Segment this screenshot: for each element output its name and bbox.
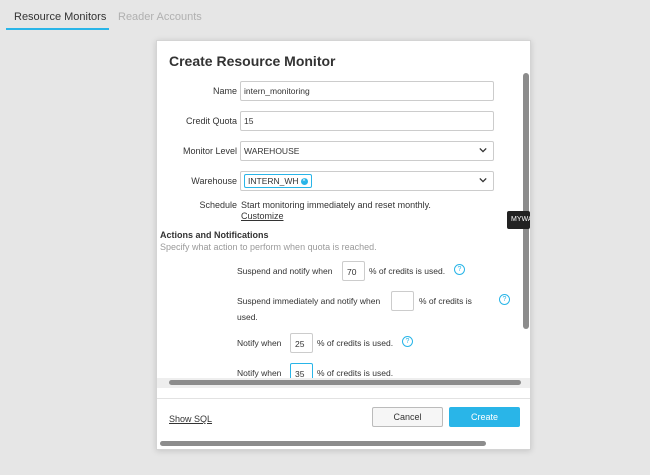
warehouse-tooltip: MYWA [507, 211, 530, 229]
action-row-1-input[interactable]: 70 [342, 261, 365, 281]
credit-quota-input[interactable]: 15 [240, 111, 494, 131]
warehouse-select[interactable]: INTERN_WH × [240, 171, 494, 191]
action-row-1-text: Suspend and notify when [237, 266, 333, 276]
customize-schedule-link[interactable]: Customize [241, 211, 284, 221]
tab-reader-accounts[interactable]: Reader Accounts [118, 11, 202, 23]
action-row-3-suffix: % of credits is used. [317, 338, 394, 348]
help-icon[interactable]: ? [402, 336, 413, 347]
action-row-4-text: Notify when [237, 368, 282, 378]
tab-resource-monitors[interactable]: Resource Monitors [14, 11, 106, 23]
help-icon[interactable]: ? [499, 294, 510, 305]
show-sql-link[interactable]: Show SQL [169, 414, 212, 424]
vertical-scrollbar[interactable] [523, 73, 529, 329]
monitor-level-value: WAREHOUSE [244, 146, 300, 156]
schedule-label: Schedule [199, 200, 237, 210]
credit-quota-label: Credit Quota [185, 116, 237, 126]
horizontal-scrollbar[interactable] [169, 380, 521, 385]
name-label: Name [212, 86, 237, 96]
cancel-button[interactable]: Cancel [372, 407, 443, 427]
schedule-text-block: Start monitoring immediately and reset m… [241, 200, 431, 222]
monitor-level-select[interactable]: WAREHOUSE [240, 141, 494, 161]
help-icon[interactable]: ? [454, 264, 465, 275]
dialog-bottom-scrollbar[interactable] [160, 441, 486, 446]
create-button[interactable]: Create [449, 407, 520, 427]
active-tab-indicator [6, 28, 109, 30]
action-row-3-input[interactable]: 25 [290, 333, 313, 353]
action-row-4-suffix: % of credits is used. [317, 368, 394, 378]
actions-section-title: Actions and Notifications [160, 230, 269, 240]
action-row-2-suffix: % of credits is [419, 296, 472, 306]
actions-section-subtitle: Specify what action to perform when quot… [160, 242, 377, 252]
name-input[interactable]: intern_monitoring [240, 81, 494, 101]
warehouse-chip[interactable]: INTERN_WH × [244, 174, 312, 188]
monitor-level-label: Monitor Level [182, 146, 237, 156]
action-row-2-input[interactable] [391, 291, 414, 311]
action-row-2-text: Suspend immediately and notify when [237, 296, 381, 306]
action-row-1-suffix: % of credits is used. [369, 266, 446, 276]
warehouse-label: Warehouse [191, 176, 237, 186]
action-row-3-text: Notify when [237, 338, 282, 348]
chip-remove-icon[interactable]: × [300, 177, 308, 185]
warehouse-chip-label: INTERN_WH [248, 176, 299, 186]
chevron-down-icon [479, 177, 487, 183]
schedule-description: Start monitoring immediately and reset m… [241, 200, 431, 210]
dialog-body: Name intern_monitoring Credit Quota 15 M… [157, 73, 530, 421]
chevron-down-icon [479, 147, 487, 153]
tab-bar: Resource Monitors Reader Accounts [0, 0, 650, 32]
action-row-2-suffix-cont: used. [237, 312, 258, 322]
create-resource-monitor-dialog: Create Resource Monitor Name intern_moni… [156, 40, 531, 450]
dialog-title: Create Resource Monitor [169, 53, 336, 69]
